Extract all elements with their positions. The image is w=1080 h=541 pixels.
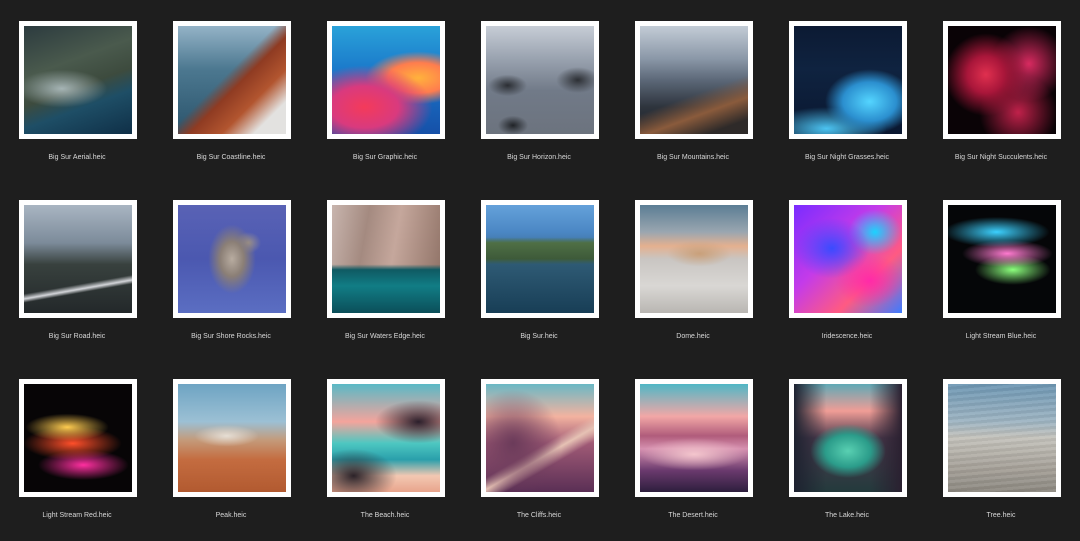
file-name-label[interactable]: The Beach.heic [308, 511, 462, 520]
file-name-label[interactable]: The Lake.heic [770, 511, 924, 520]
file-thumbnail[interactable] [481, 200, 599, 318]
file-name-label[interactable]: Tree.heic [924, 511, 1078, 520]
thumbnail-image [640, 384, 748, 492]
file-item[interactable]: Big Sur Road.heic [0, 200, 154, 360]
file-item[interactable]: Big Sur Shore Rocks.heic [154, 200, 308, 360]
file-item[interactable]: Big Sur.heic [462, 200, 616, 360]
file-thumbnail[interactable] [635, 379, 753, 497]
file-name-label[interactable]: Big Sur Road.heic [0, 332, 154, 341]
file-thumbnail[interactable] [943, 21, 1061, 139]
file-thumbnail[interactable] [19, 21, 137, 139]
file-thumbnail[interactable] [173, 21, 291, 139]
file-thumbnail[interactable] [943, 200, 1061, 318]
file-thumbnail[interactable] [173, 200, 291, 318]
file-item[interactable]: Big Sur Horizon.heic [462, 21, 616, 181]
file-thumbnail[interactable] [327, 379, 445, 497]
file-thumbnail[interactable] [481, 21, 599, 139]
file-name-label[interactable]: Big Sur Mountains.heic [616, 153, 770, 162]
thumbnail-image [178, 26, 286, 134]
file-item[interactable]: Light Stream Red.heic [0, 379, 154, 539]
file-thumbnail[interactable] [943, 379, 1061, 497]
file-item[interactable]: Peak.heic [154, 379, 308, 539]
file-name-label[interactable]: Dome.heic [616, 332, 770, 341]
file-icon-grid: Big Sur Aerial.heic Big Sur Coastline.hei… [0, 0, 1080, 541]
file-thumbnail[interactable] [327, 21, 445, 139]
file-item[interactable]: The Desert.heic [616, 379, 770, 539]
file-name-label[interactable]: Big Sur Aerial.heic [0, 153, 154, 162]
file-name-label[interactable]: Iridescence.heic [770, 332, 924, 341]
file-thumbnail[interactable] [327, 200, 445, 318]
file-thumbnail[interactable] [789, 379, 907, 497]
file-item[interactable]: Big Sur Night Grasses.heic [770, 21, 924, 181]
file-thumbnail[interactable] [19, 379, 137, 497]
thumbnail-image [794, 384, 902, 492]
thumbnail-image [24, 384, 132, 492]
thumbnail-image [24, 205, 132, 313]
file-name-label[interactable]: Peak.heic [154, 511, 308, 520]
file-thumbnail[interactable] [173, 379, 291, 497]
file-name-label[interactable]: Big Sur Night Grasses.heic [770, 153, 924, 162]
file-item[interactable]: Big Sur Coastline.heic [154, 21, 308, 181]
file-name-label[interactable]: Big Sur Graphic.heic [308, 153, 462, 162]
file-name-label[interactable]: Big Sur.heic [462, 332, 616, 341]
thumbnail-image [948, 26, 1056, 134]
file-thumbnail[interactable] [789, 200, 907, 318]
file-thumbnail[interactable] [789, 21, 907, 139]
file-name-label[interactable]: The Desert.heic [616, 511, 770, 520]
file-item[interactable]: The Beach.heic [308, 379, 462, 539]
thumbnail-image [486, 384, 594, 492]
thumbnail-image [948, 205, 1056, 313]
file-name-label[interactable]: Big Sur Shore Rocks.heic [154, 332, 308, 341]
file-name-label[interactable]: Light Stream Blue.heic [924, 332, 1078, 341]
file-thumbnail[interactable] [635, 21, 753, 139]
thumbnail-image [486, 26, 594, 134]
thumbnail-image [640, 26, 748, 134]
file-name-label[interactable]: Big Sur Horizon.heic [462, 153, 616, 162]
file-item[interactable]: Big Sur Aerial.heic [0, 21, 154, 181]
thumbnail-image [178, 384, 286, 492]
file-name-label[interactable]: The Cliffs.heic [462, 511, 616, 520]
file-item[interactable]: The Cliffs.heic [462, 379, 616, 539]
file-thumbnail[interactable] [19, 200, 137, 318]
file-name-label[interactable]: Big Sur Night Succulents.heic [924, 153, 1078, 162]
file-name-label[interactable]: Big Sur Waters Edge.heic [308, 332, 462, 341]
thumbnail-image [794, 205, 902, 313]
file-item[interactable]: Tree.heic [924, 379, 1078, 539]
thumbnail-image [948, 384, 1056, 492]
thumbnail-image [178, 205, 286, 313]
file-item[interactable]: Dome.heic [616, 200, 770, 360]
file-item[interactable]: Big Sur Graphic.heic [308, 21, 462, 181]
thumbnail-image [24, 26, 132, 134]
file-item[interactable]: Big Sur Waters Edge.heic [308, 200, 462, 360]
file-thumbnail[interactable] [481, 379, 599, 497]
file-item[interactable]: The Lake.heic [770, 379, 924, 539]
file-name-label[interactable]: Light Stream Red.heic [0, 511, 154, 520]
thumbnail-image [640, 205, 748, 313]
thumbnail-image [332, 384, 440, 492]
file-thumbnail[interactable] [635, 200, 753, 318]
file-item[interactable]: Big Sur Night Succulents.heic [924, 21, 1078, 181]
thumbnail-image [794, 26, 902, 134]
file-item[interactable]: Light Stream Blue.heic [924, 200, 1078, 360]
file-item[interactable]: Iridescence.heic [770, 200, 924, 360]
thumbnail-image [332, 205, 440, 313]
file-name-label[interactable]: Big Sur Coastline.heic [154, 153, 308, 162]
thumbnail-image [332, 26, 440, 134]
thumbnail-image [486, 205, 594, 313]
file-item[interactable]: Big Sur Mountains.heic [616, 21, 770, 181]
